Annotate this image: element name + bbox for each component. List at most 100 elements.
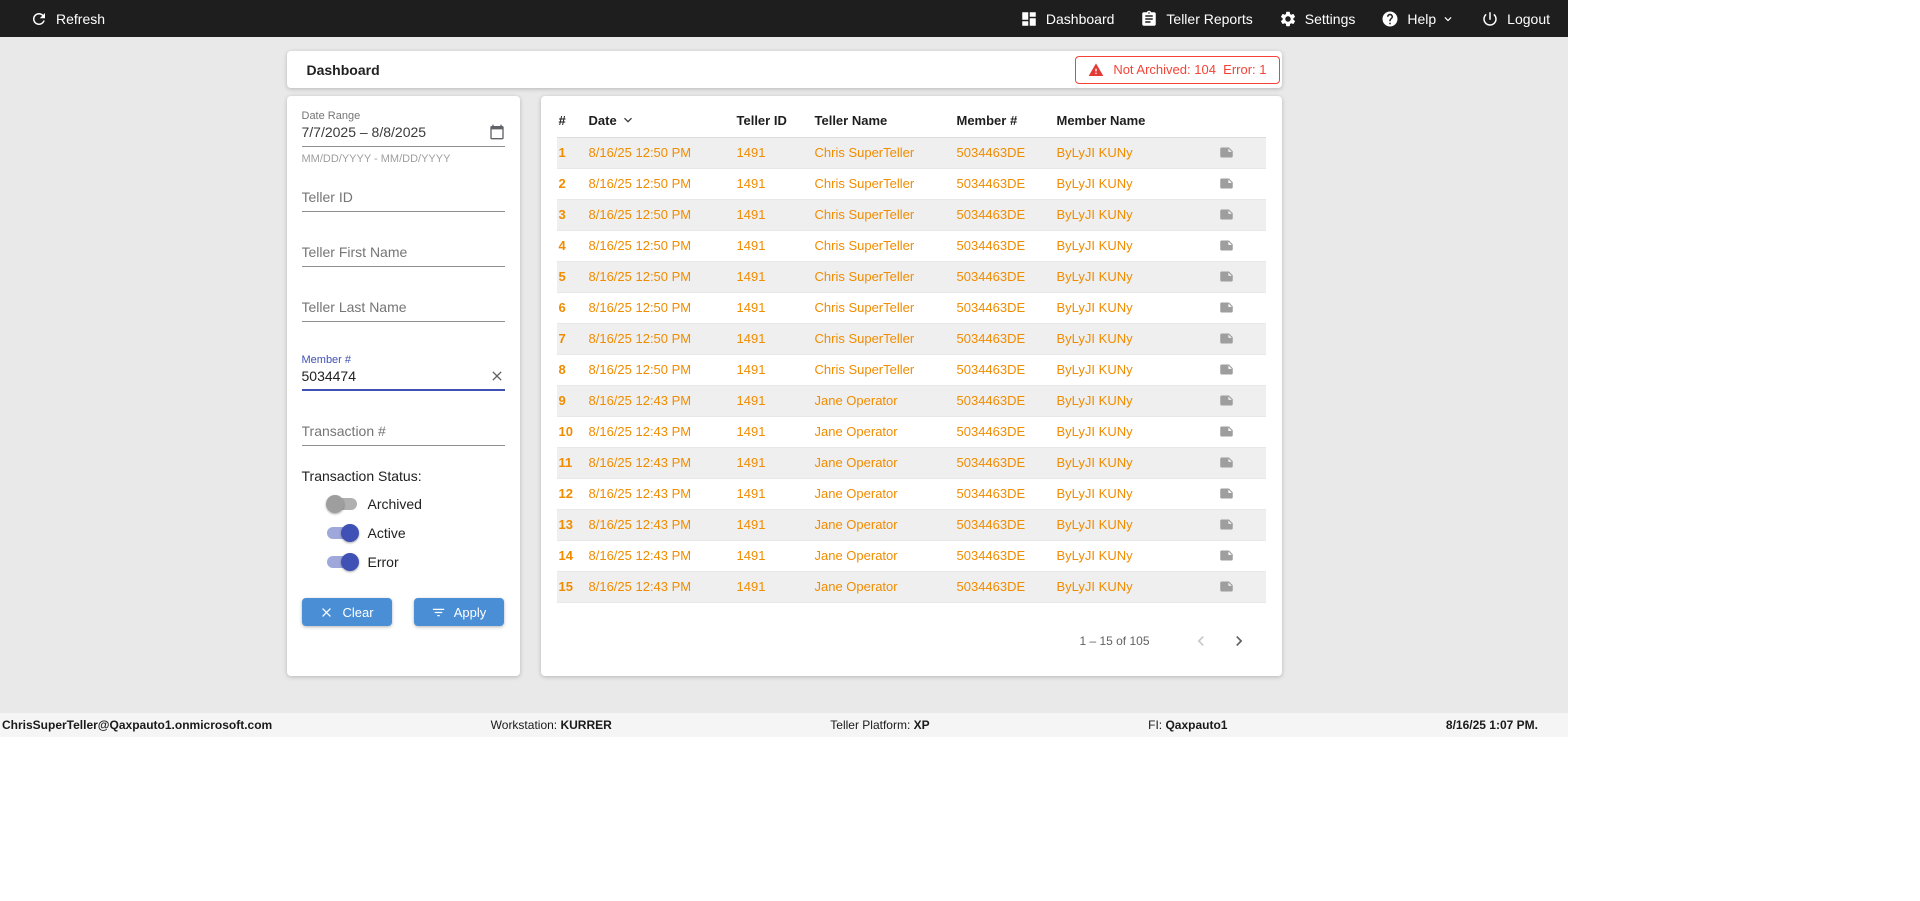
note-icon[interactable] bbox=[1219, 176, 1234, 191]
note-icon[interactable] bbox=[1219, 486, 1234, 501]
cell-teller-id: 1491 bbox=[734, 292, 813, 324]
calendar-icon[interactable] bbox=[489, 124, 505, 140]
apply-button-label: Apply bbox=[453, 604, 487, 620]
top-nav-bar: Refresh Dashboard Teller Reports Setting… bbox=[0, 0, 1568, 37]
nav-teller-reports[interactable]: Teller Reports bbox=[1140, 10, 1253, 28]
cell-member-name: ByLyJI KUNy bbox=[1054, 137, 1217, 169]
table-row[interactable]: 8 8/16/25 12:50 PM 1491 Chris SuperTelle… bbox=[556, 354, 1266, 386]
cell-member-num: 5034463DE bbox=[954, 230, 1055, 262]
teller-last-name-input[interactable] bbox=[301, 299, 505, 315]
table-row[interactable]: 5 8/16/25 12:50 PM 1491 Chris SuperTelle… bbox=[556, 261, 1266, 293]
chevron-right-icon bbox=[1235, 636, 1242, 646]
apply-button[interactable]: Apply bbox=[413, 598, 504, 626]
nav-settings[interactable]: Settings bbox=[1279, 10, 1355, 28]
status-toggle-row[interactable]: Error bbox=[326, 553, 505, 571]
status-toggle-row[interactable]: Archived bbox=[325, 495, 505, 513]
cell-teller-id: 1491 bbox=[734, 540, 813, 572]
note-icon[interactable] bbox=[1219, 207, 1234, 222]
table-row[interactable]: 1 8/16/25 12:50 PM 1491 Chris SuperTelle… bbox=[556, 137, 1266, 169]
cell-member-name: ByLyJI KUNy bbox=[1054, 571, 1217, 603]
nav-logout-label: Logout bbox=[1507, 10, 1550, 27]
note-icon[interactable] bbox=[1219, 331, 1234, 346]
col-header-member-num[interactable]: Member # bbox=[954, 104, 1055, 138]
nav-logout[interactable]: Logout bbox=[1481, 10, 1550, 28]
cell-date: 8/16/25 12:43 PM bbox=[586, 478, 735, 510]
cell-member-name: ByLyJI KUNy bbox=[1054, 168, 1217, 200]
table-row[interactable]: 9 8/16/25 12:43 PM 1491 Jane Operator 50… bbox=[556, 385, 1266, 417]
clear-button[interactable]: Clear bbox=[301, 598, 392, 626]
toggle-label: Active bbox=[367, 525, 406, 541]
date-range-input[interactable] bbox=[301, 124, 489, 140]
clear-member-icon[interactable] bbox=[489, 368, 505, 384]
teller-first-name-input[interactable] bbox=[301, 244, 505, 260]
table-row[interactable]: 2 8/16/25 12:50 PM 1491 Chris SuperTelle… bbox=[556, 168, 1266, 200]
col-header-date[interactable]: Date bbox=[586, 104, 735, 138]
col-header-num[interactable]: # bbox=[556, 104, 587, 138]
cell-member-num: 5034463DE bbox=[954, 540, 1055, 572]
dashboard-icon bbox=[1022, 11, 1036, 26]
table-body: 1 8/16/25 12:50 PM 1491 Chris SuperTelle… bbox=[556, 137, 1266, 603]
note-icon[interactable] bbox=[1219, 548, 1234, 563]
cell-teller-id: 1491 bbox=[734, 168, 813, 200]
next-page-button[interactable] bbox=[1226, 628, 1252, 654]
toggle-switch[interactable] bbox=[326, 553, 359, 571]
cell-teller-id: 1491 bbox=[734, 571, 813, 603]
nav-dashboard[interactable]: Dashboard bbox=[1020, 10, 1114, 28]
teller-last-name-field bbox=[301, 299, 505, 322]
col-header-member-name[interactable]: Member Name bbox=[1054, 104, 1217, 138]
refresh-button[interactable]: Refresh bbox=[30, 10, 105, 28]
cell-member-num: 5034463DE bbox=[954, 168, 1055, 200]
note-icon[interactable] bbox=[1219, 269, 1234, 284]
table-row[interactable]: 4 8/16/25 12:50 PM 1491 Chris SuperTelle… bbox=[556, 230, 1266, 262]
col-header-teller-id[interactable]: Teller ID bbox=[734, 104, 813, 138]
cell-member-name: ByLyJI KUNy bbox=[1054, 199, 1217, 231]
toggle-switch[interactable] bbox=[325, 495, 359, 513]
cell-date: 8/16/25 12:50 PM bbox=[586, 230, 735, 262]
table-row[interactable]: 11 8/16/25 12:43 PM 1491 Jane Operator 5… bbox=[556, 447, 1266, 479]
filter-actions: Clear Apply bbox=[301, 598, 505, 626]
table-row[interactable]: 13 8/16/25 12:43 PM 1491 Jane Operator 5… bbox=[556, 509, 1266, 541]
note-icon[interactable] bbox=[1219, 517, 1234, 532]
nav-help[interactable]: Help bbox=[1381, 10, 1455, 28]
cell-date: 8/16/25 12:50 PM bbox=[586, 292, 735, 324]
teller-first-name-field bbox=[301, 244, 505, 267]
note-icon[interactable] bbox=[1219, 238, 1234, 253]
table-row[interactable]: 6 8/16/25 12:50 PM 1491 Chris SuperTelle… bbox=[556, 292, 1266, 324]
note-icon[interactable] bbox=[1219, 393, 1234, 408]
cell-member-name: ByLyJI KUNy bbox=[1054, 354, 1217, 386]
transactions-panel: # Date Teller ID Teller Name Member # Me… bbox=[540, 96, 1282, 676]
table-row[interactable]: 7 8/16/25 12:50 PM 1491 Chris SuperTelle… bbox=[556, 323, 1266, 355]
note-icon[interactable] bbox=[1219, 300, 1234, 315]
cell-teller-id: 1491 bbox=[734, 137, 813, 169]
teller-id-input[interactable] bbox=[301, 189, 505, 205]
member-number-input[interactable] bbox=[301, 368, 489, 384]
toggle-switch[interactable] bbox=[326, 524, 359, 542]
note-icon[interactable] bbox=[1219, 145, 1234, 160]
table-row[interactable]: 14 8/16/25 12:43 PM 1491 Jane Operator 5… bbox=[556, 540, 1266, 572]
cell-member-num: 5034463DE bbox=[954, 478, 1055, 510]
note-icon[interactable] bbox=[1219, 362, 1234, 377]
table-row[interactable]: 12 8/16/25 12:43 PM 1491 Jane Operator 5… bbox=[556, 478, 1266, 510]
note-icon[interactable] bbox=[1219, 455, 1234, 470]
date-range-format-hint: MM/DD/YYYY - MM/DD/YYYY bbox=[301, 153, 451, 165]
cell-teller-id: 1491 bbox=[734, 261, 813, 293]
cell-row-number: 12 bbox=[556, 478, 587, 510]
previous-page-button[interactable] bbox=[1188, 628, 1214, 654]
col-header-teller-name[interactable]: Teller Name bbox=[812, 104, 955, 138]
table-row[interactable]: 3 8/16/25 12:50 PM 1491 Chris SuperTelle… bbox=[556, 199, 1266, 231]
table-row[interactable]: 15 8/16/25 12:43 PM 1491 Jane Operator 5… bbox=[556, 571, 1266, 603]
filter-panel: Date Range MM/DD/YYYY - MM/DD/YYYY bbox=[286, 96, 520, 676]
transaction-number-input[interactable] bbox=[301, 423, 505, 439]
note-icon[interactable] bbox=[1219, 424, 1234, 439]
table-row[interactable]: 10 8/16/25 12:43 PM 1491 Jane Operator 5… bbox=[556, 416, 1266, 448]
cell-member-num: 5034463DE bbox=[954, 447, 1055, 479]
table-header-row: # Date Teller ID Teller Name Member # Me… bbox=[556, 104, 1266, 138]
cell-teller-id: 1491 bbox=[734, 478, 813, 510]
status-toggle-row[interactable]: Active bbox=[326, 524, 505, 542]
cell-date: 8/16/25 12:50 PM bbox=[586, 137, 735, 169]
cell-member-num: 5034463DE bbox=[954, 199, 1055, 231]
note-icon[interactable] bbox=[1219, 579, 1234, 594]
cell-row-number: 14 bbox=[556, 540, 587, 572]
transaction-status-label: Transaction Status: bbox=[301, 468, 422, 484]
status-toggles: Archived Active Error bbox=[302, 495, 505, 571]
